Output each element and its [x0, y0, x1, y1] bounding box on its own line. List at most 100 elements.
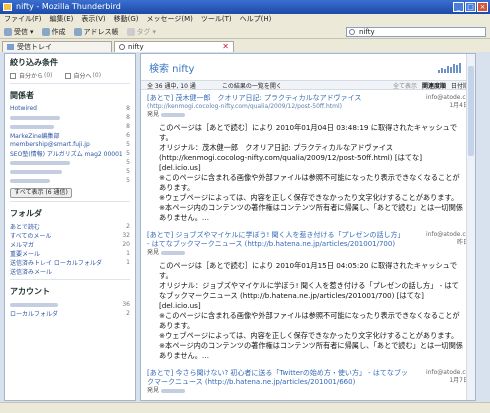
tab-bar: 受信トレイ nifty ✕: [0, 39, 490, 52]
sender-item[interactable]: 8: [5, 113, 135, 122]
sort-relevance[interactable]: 関連度順: [422, 81, 446, 90]
redacted-sender: [10, 178, 50, 183]
tag-label: タグ: [136, 27, 151, 36]
to-me-checkbox[interactable]: [64, 72, 71, 79]
result-item[interactable]: [あとで] 今さら聞けない? 初心者に送る「Twitterの始め方・使い方」 -…: [141, 365, 475, 397]
folder-count: 32: [122, 232, 130, 239]
folder-label: メルマガ: [10, 242, 35, 249]
minimize-button[interactable]: _: [453, 2, 464, 12]
open-as-list-link[interactable]: この結果の一覧を開く: [222, 81, 282, 90]
sender-item[interactable]: 5: [5, 176, 135, 185]
result-title[interactable]: [あとで] 茂木健一郎 クオリア日記: プラクティカルなアドヴァイス: [147, 94, 469, 103]
from-label: 発見: [147, 111, 160, 118]
folders-heading: フォルダ: [10, 209, 42, 218]
account-count: 36: [122, 301, 130, 308]
sender-count: 8: [126, 105, 130, 112]
redacted-sender: [161, 113, 186, 117]
redacted-sender: [10, 124, 54, 129]
folder-count: 1: [126, 259, 130, 266]
sender-item[interactable]: SEO塾(情報) アルガリズム mag2 0000114915 5: [5, 149, 135, 158]
menu-view[interactable]: 表示(V): [81, 14, 105, 25]
account-item[interactable]: ローカルフォルダ 2: [5, 309, 135, 318]
menu-file[interactable]: ファイル(F): [4, 14, 42, 25]
menu-go[interactable]: 移動(G): [114, 14, 139, 25]
result-to: info@atode.cc: [426, 231, 469, 238]
result-item[interactable]: [あとで] 茂木健一郎 クオリア日記: プラクティカルなアドヴァイス (http…: [141, 90, 475, 227]
from-label: 発見: [147, 387, 160, 394]
status-bar: [0, 402, 490, 413]
account-item[interactable]: 36: [5, 300, 135, 309]
menu-help[interactable]: ヘルプ(H): [240, 14, 272, 25]
sender-count: 8: [126, 123, 130, 130]
folder-count: 1: [126, 250, 130, 257]
receive-button[interactable]: 受信 ▾: [4, 27, 34, 37]
result-to: info@atode.cc: [426, 369, 469, 376]
result-from: 発見: [147, 249, 469, 257]
search-input[interactable]: nifty: [346, 27, 486, 37]
show-all-link[interactable]: 全て表示: [393, 81, 417, 90]
folder-item[interactable]: メルマガ 20: [5, 240, 135, 249]
to-me-label: 自分へ: [73, 73, 92, 80]
folder-item[interactable]: すべてのメール 32: [5, 231, 135, 240]
from-me-label: 自分から: [19, 73, 44, 80]
from-me-checkbox[interactable]: [10, 72, 16, 79]
folder-count: 2: [126, 223, 130, 230]
compose-icon: [41, 27, 50, 36]
result-meta: info@atode.cc 1月4日: [426, 94, 469, 110]
from-label: 発見: [147, 249, 160, 256]
compose-button[interactable]: 作成: [41, 27, 66, 37]
compose-label: 作成: [51, 27, 66, 36]
address-book-button[interactable]: アドレス帳: [73, 27, 119, 37]
tag-button[interactable]: タグ ▾: [126, 27, 156, 37]
maximize-button[interactable]: □: [465, 2, 476, 12]
sender-count: 5: [126, 177, 130, 184]
sort-bar: 全 36 通中, 10 通 この結果の一覧を開く 全て表示 関連度順 日付順: [141, 80, 475, 90]
show-all-button[interactable]: すべて表示 (6 通信): [10, 188, 72, 198]
folder-item[interactable]: 送信済みメール: [5, 267, 135, 276]
address-book-label: アドレス帳: [83, 27, 119, 36]
result-count: 全 36 通中, 10 通: [147, 82, 196, 90]
tab-inbox[interactable]: 受信トレイ: [2, 41, 112, 52]
sender-label: Hotwired: [10, 105, 37, 112]
result-meta: info@atode.cc 昨日: [426, 231, 469, 247]
folder-item[interactable]: 重要メール 1: [5, 249, 135, 258]
sender-label: SEO塾(情報) アルガリズム mag2 0000114915: [10, 151, 122, 158]
menu-bar: ファイル(F) 編集(E) 表示(V) 移動(G) メッセージ(M) ツール(T…: [0, 14, 490, 25]
folder-label: あとで読む: [10, 224, 40, 231]
menu-tools[interactable]: ツール(T): [201, 14, 232, 25]
result-title[interactable]: [あとで] 今さら聞けない? 初心者に送る「Twitterの始め方・使い方」 -…: [147, 369, 469, 387]
folder-item[interactable]: 送信済みトレイ ローカルフォルダ 1: [5, 258, 135, 267]
folder-label: すべてのメール: [10, 233, 52, 240]
results-scrollbar[interactable]: [466, 54, 475, 400]
filter-heading: 絞り込み条件: [10, 58, 58, 67]
folder-item[interactable]: あとで読む 2: [5, 222, 135, 231]
sender-item[interactable]: 5: [5, 158, 135, 167]
close-tab-icon[interactable]: ✕: [222, 42, 229, 52]
tab-search-nifty[interactable]: nifty ✕: [114, 41, 234, 52]
result-title[interactable]: [あとで] ジョブズやマイケルに学ぼう! 聞く人を惹き付ける「プレゼンの話し方」…: [147, 231, 469, 249]
inbox-tab-icon: [7, 44, 14, 50]
window-title: nifty - Mozilla Thunderbird: [16, 2, 121, 11]
filter-from-me[interactable]: 自分から (0) 自分へ (0): [5, 71, 135, 80]
result-from: 発見: [147, 111, 469, 119]
sender-item[interactable]: 8: [5, 122, 135, 131]
senders-heading: 関係者: [10, 91, 34, 100]
result-date: 1月4日: [449, 102, 469, 109]
result-meta: info@atode.cc 1月7日: [426, 369, 469, 385]
close-window-button[interactable]: ×: [477, 2, 488, 12]
sender-item[interactable]: 5: [5, 167, 135, 176]
results-heading: 検索 nifty: [149, 63, 195, 75]
window-titlebar: nifty - Mozilla Thunderbird _ □ ×: [0, 0, 490, 14]
result-url[interactable]: (http://kenmogi.cocolog-nifty.com/qualia…: [147, 103, 469, 111]
receive-label: 受信: [14, 27, 28, 36]
scrollbar-thumb[interactable]: [468, 66, 474, 156]
timeline-chart-icon[interactable]: [438, 63, 461, 73]
result-item[interactable]: [あとで] ジョブズやマイケルに学ぼう! 聞く人を惹き付ける「プレゼンの話し方」…: [141, 227, 475, 365]
result-body: このページは［あとで読む］により 2010年01月04日 03:48:19 に取…: [159, 123, 463, 222]
sender-item[interactable]: MarkeZine編集部 6: [5, 131, 135, 140]
sender-count: 5: [126, 150, 130, 157]
sender-item[interactable]: membership@smart.fuji.jp 5: [5, 140, 135, 149]
sender-item[interactable]: Hotwired 8: [5, 104, 135, 113]
menu-edit[interactable]: 編集(E): [50, 14, 74, 25]
menu-message[interactable]: メッセージ(M): [147, 14, 193, 25]
